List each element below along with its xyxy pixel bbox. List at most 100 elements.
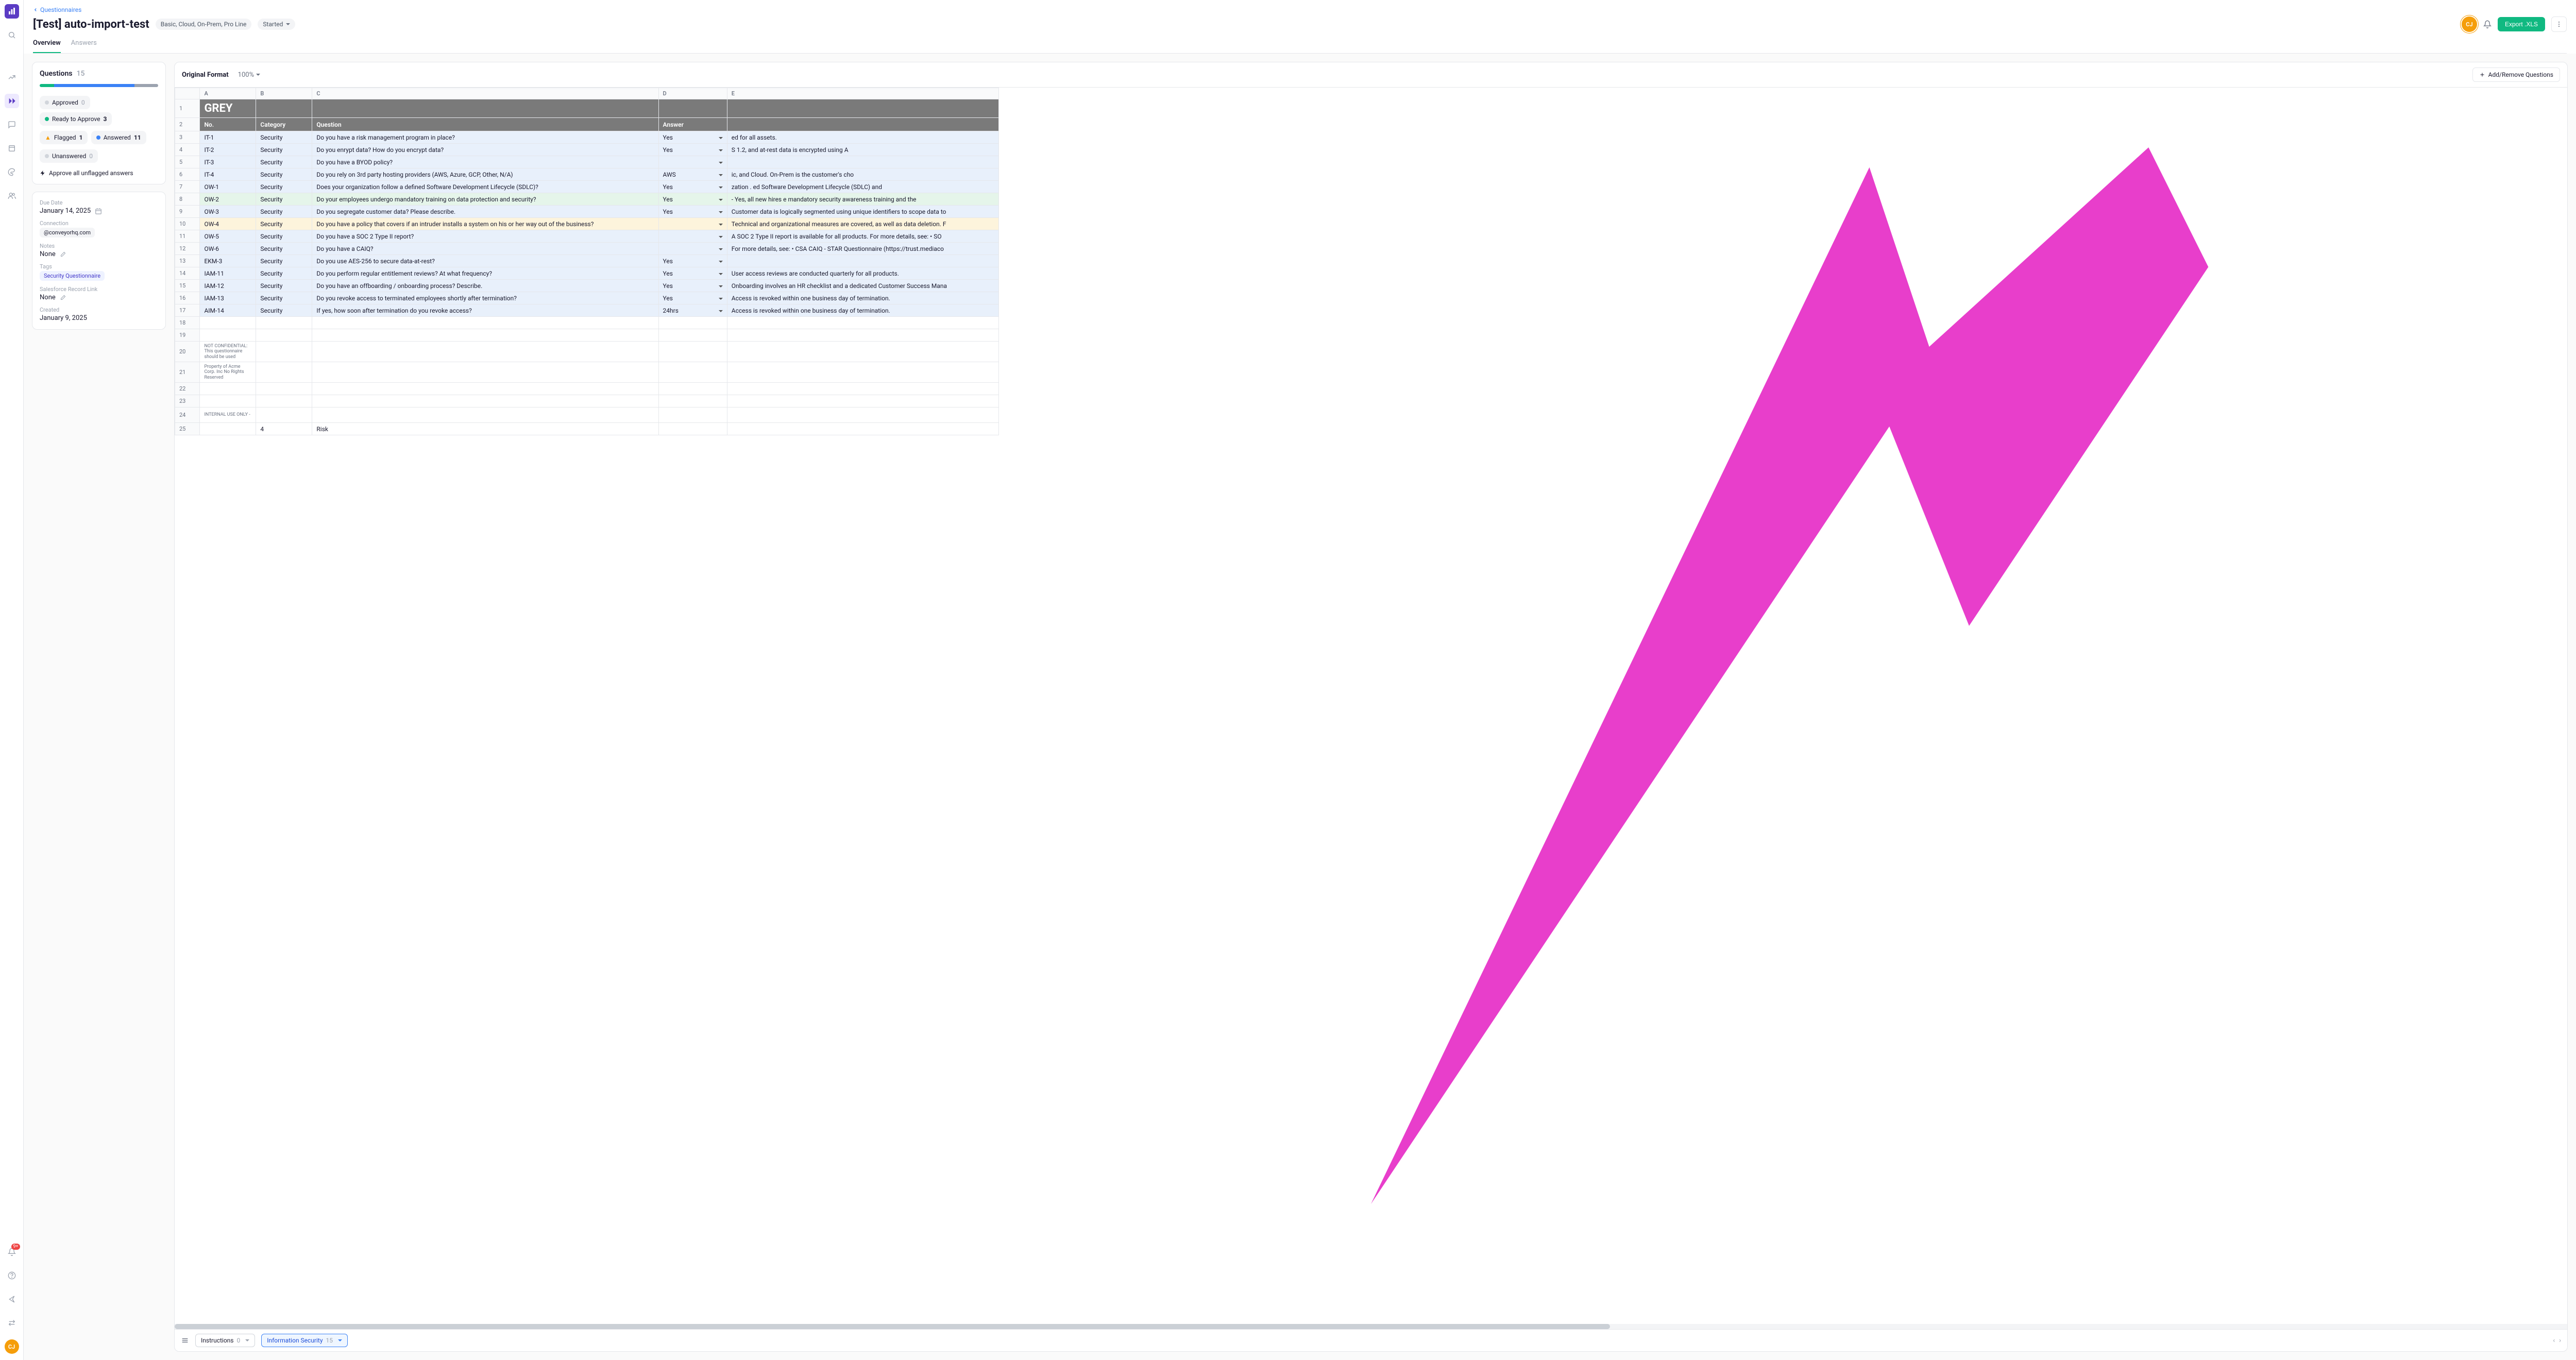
sheet-next-icon[interactable]: › — [2559, 1337, 2561, 1345]
cell[interactable]: Do you have a CAIQ? — [312, 243, 658, 255]
cell[interactable]: Security — [256, 181, 312, 193]
row-number[interactable]: 19 — [175, 329, 200, 342]
cell[interactable]: User access reviews are conducted quarte… — [727, 267, 998, 280]
cell[interactable] — [727, 329, 998, 342]
export-button[interactable]: Export .XLS — [2498, 17, 2545, 31]
cell[interactable]: Security — [256, 144, 312, 156]
user-avatar[interactable]: CJ — [5, 1339, 19, 1354]
row-number[interactable]: 20 — [175, 342, 200, 362]
cell[interactable] — [658, 99, 727, 118]
row-number[interactable]: 21 — [175, 362, 200, 383]
cell[interactable]: IAM-11 — [200, 267, 256, 280]
cell[interactable]: ed for all assets. — [727, 131, 998, 144]
cell[interactable]: ic, and Cloud. On-Prem is the customer's… — [727, 168, 998, 181]
cell[interactable] — [200, 423, 256, 435]
analytics-icon[interactable] — [5, 70, 19, 84]
cell[interactable] — [727, 118, 998, 131]
cell[interactable] — [727, 99, 998, 118]
cell[interactable]: Access is revoked within one business da… — [727, 304, 998, 317]
cell[interactable]: Does your organization follow a defined … — [312, 181, 658, 193]
add-remove-questions-button[interactable]: Add/Remove Questions — [2472, 67, 2560, 82]
cell[interactable]: Do you segregate customer data? Please d… — [312, 206, 658, 218]
cell[interactable]: If yes, how soon after termination do yo… — [312, 304, 658, 317]
row-number[interactable]: 23 — [175, 395, 200, 407]
palette-icon[interactable] — [5, 165, 19, 179]
cell[interactable]: For more details, see: • CSA CAIQ - STAR… — [727, 243, 998, 255]
tag-chip[interactable]: Security Questionnaire — [40, 271, 105, 281]
cell[interactable]: Yes — [658, 280, 727, 292]
row-number[interactable]: 11 — [175, 230, 200, 243]
cell[interactable]: Security — [256, 267, 312, 280]
row-number[interactable]: 13 — [175, 255, 200, 267]
cell[interactable]: 4 — [256, 423, 312, 435]
row-number[interactable]: 16 — [175, 292, 200, 304]
cell[interactable]: Yes — [658, 206, 727, 218]
col-header[interactable]: B — [256, 88, 312, 99]
sheet-tab-instructions[interactable]: Instructions0 — [195, 1334, 255, 1347]
row-number[interactable]: 24 — [175, 407, 200, 423]
cell[interactable]: Do your employees undergo mandatory trai… — [312, 193, 658, 206]
row-number[interactable]: 10 — [175, 218, 200, 230]
cell[interactable]: Security — [256, 230, 312, 243]
cell[interactable] — [312, 407, 658, 423]
row-number[interactable]: 15 — [175, 280, 200, 292]
col-header[interactable]: E — [727, 88, 998, 99]
cell[interactable]: Security — [256, 206, 312, 218]
cell[interactable]: Category — [256, 118, 312, 131]
app-logo[interactable] — [5, 4, 19, 19]
filter-ready[interactable]: Ready to Approve 3 — [40, 112, 112, 126]
col-header[interactable]: D — [658, 88, 727, 99]
cell[interactable]: OW-2 — [200, 193, 256, 206]
spreadsheet-grid[interactable]: A B C D E 1GREY 2No.CategoryQuestionAnsw… — [175, 88, 2567, 1324]
cell[interactable] — [256, 395, 312, 407]
cell[interactable]: Technical and organizational measures ar… — [727, 218, 998, 230]
cell[interactable]: Security — [256, 168, 312, 181]
cell[interactable] — [256, 317, 312, 329]
cell[interactable]: No. — [200, 118, 256, 131]
cell[interactable] — [200, 383, 256, 395]
more-button[interactable] — [2551, 16, 2567, 32]
filter-answered[interactable]: Answered 11 — [91, 131, 146, 144]
cell[interactable] — [256, 99, 312, 118]
cell[interactable]: Do you have a BYOD policy? — [312, 156, 658, 168]
cell[interactable] — [727, 362, 998, 383]
cell[interactable]: Security — [256, 292, 312, 304]
cell[interactable]: A SOC 2 Type II report is available for … — [727, 230, 998, 243]
cell[interactable] — [658, 156, 727, 168]
questionnaires-icon[interactable] — [5, 94, 19, 108]
row-number[interactable]: 9 — [175, 206, 200, 218]
cell[interactable] — [312, 383, 658, 395]
cell[interactable]: Yes — [658, 292, 727, 304]
cell[interactable]: AIM-14 — [200, 304, 256, 317]
cell[interactable]: Security — [256, 218, 312, 230]
cell[interactable] — [727, 255, 998, 267]
cell[interactable] — [658, 243, 727, 255]
row-number[interactable]: 17 — [175, 304, 200, 317]
cell[interactable] — [256, 362, 312, 383]
cell[interactable] — [312, 329, 658, 342]
approve-all-link[interactable]: Approve all unflagged answers — [40, 169, 158, 177]
cell[interactable] — [312, 362, 658, 383]
cell[interactable] — [200, 395, 256, 407]
cell[interactable]: zation . ed Software Development Lifecyc… — [727, 181, 998, 193]
cell[interactable]: Yes — [658, 181, 727, 193]
filter-flagged[interactable]: ▲Flagged 1 — [40, 131, 88, 144]
cell[interactable] — [658, 218, 727, 230]
row-number[interactable]: 2 — [175, 118, 200, 131]
filter-unanswered[interactable]: Unanswered 0 — [40, 149, 98, 163]
library-icon[interactable] — [5, 141, 19, 156]
cell[interactable] — [727, 423, 998, 435]
cell[interactable]: IT-3 — [200, 156, 256, 168]
notifications-icon[interactable]: 9+ — [5, 1245, 19, 1259]
cell[interactable]: NOT CONFIDENTIAL: This questionnaire sho… — [200, 342, 256, 362]
cell[interactable]: INTERNAL USE ONLY - — [200, 407, 256, 423]
breadcrumb-back[interactable]: Questionnaires — [33, 6, 2567, 13]
cell[interactable]: Do you perform regular entitlement revie… — [312, 267, 658, 280]
cell[interactable]: IAM-12 — [200, 280, 256, 292]
cell[interactable]: OW-6 — [200, 243, 256, 255]
cell[interactable]: Question — [312, 118, 658, 131]
users-icon[interactable] — [5, 189, 19, 203]
cell[interactable] — [658, 342, 727, 362]
cell[interactable]: IT-1 — [200, 131, 256, 144]
cell[interactable]: Yes — [658, 267, 727, 280]
